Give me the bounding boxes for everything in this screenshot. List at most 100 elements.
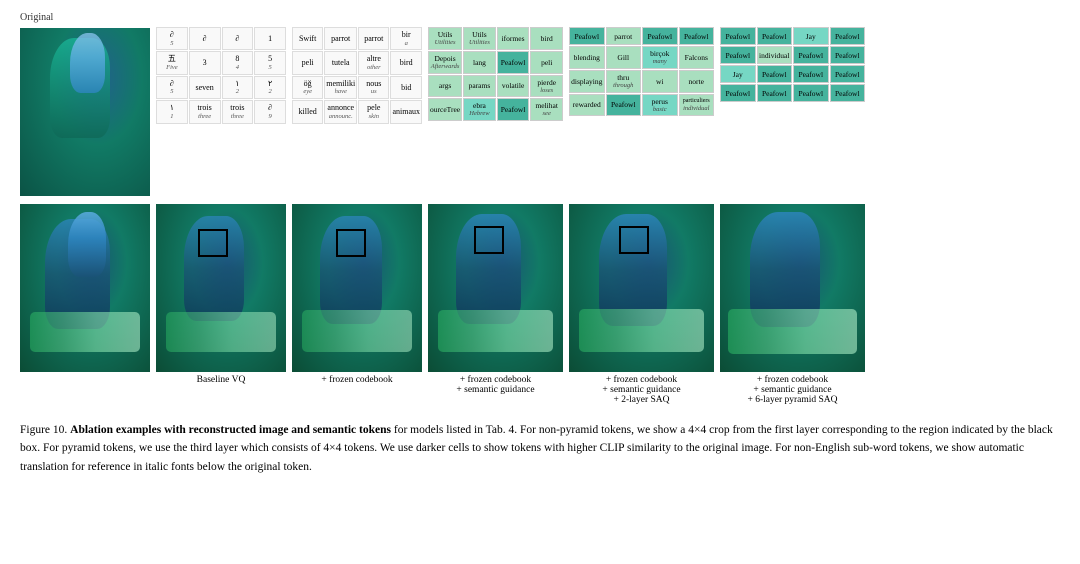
token-cell: parrot <box>606 27 642 45</box>
saq-caption: + frozen codebook + semantic guidance + … <box>602 375 680 405</box>
token-cell: displaying <box>569 70 605 93</box>
token-cell: 84 <box>222 51 254 74</box>
pyramid-caption: + frozen codebook + semantic guidance + … <box>747 375 837 405</box>
token-cell: nousus <box>358 76 389 99</box>
baseline-vq-grid: ∂5 ∂ ∂ 1 五Five 3 84 55 ∂5 seven ١2 ٢2 ١1… <box>156 27 286 124</box>
token-cell: ourceTree <box>428 98 462 121</box>
token-cell: ١2 <box>222 76 254 99</box>
bvq-caption: Baseline VQ <box>197 375 246 385</box>
token-cell: Peafowl <box>569 27 605 45</box>
baseline-vq-bottom: Baseline VQ <box>156 204 286 385</box>
frozen-codebook-grid: Swift parrot parrot bira peli tutela alt… <box>292 27 422 124</box>
token-cell: Peafowl <box>830 46 866 64</box>
token-cell: ١1 <box>156 100 188 123</box>
original-image-bottom <box>20 204 150 372</box>
original-label: Original <box>20 12 150 23</box>
token-cell: Peafowl <box>757 65 793 83</box>
token-cell: Peafowl <box>642 27 678 45</box>
frozen-cb-bottom: + frozen codebook <box>292 204 422 385</box>
token-cell: 1 <box>254 27 286 50</box>
token-cell: melihatsee <box>530 98 563 121</box>
token-cell: Peafowl <box>830 65 866 83</box>
token-cell: troisthree <box>222 100 254 123</box>
token-cell: Peafowl <box>720 84 756 102</box>
token-cell: annonceannounc. <box>324 100 357 123</box>
token-cell: 55 <box>254 51 286 74</box>
token-cell: öğeye <box>292 76 323 99</box>
token-cell: perusbasic <box>642 94 678 117</box>
token-cell: norte <box>679 70 715 93</box>
token-cell: Peafowl <box>830 27 866 45</box>
token-cell: memilikihave <box>324 76 357 99</box>
pyramid-saq-panel: Peafowl Peafowl Jay Peafowl Peafowl indi… <box>720 12 865 102</box>
token-cell: bird <box>530 27 563 50</box>
token-cell: UtilsUtilities <box>428 27 462 50</box>
token-cell: animaux <box>390 100 422 123</box>
token-cell: lang <box>463 51 496 74</box>
token-cell: Peafowl <box>793 46 829 64</box>
bvq-image <box>156 204 286 372</box>
token-cell: peleskin <box>358 100 389 123</box>
token-cell: DepoisAfterwards <box>428 51 462 74</box>
pyramid-bottom: + frozen codebook + semantic guidance + … <box>720 204 865 405</box>
token-cell: blending <box>569 46 605 69</box>
token-cell: iformes <box>497 27 530 50</box>
saq-image <box>569 204 714 372</box>
token-cell: ∂5 <box>156 76 188 99</box>
token-cell: birçokmany <box>642 46 678 69</box>
frozen-semantic-panel: UtilsUtilities UtilsUtilities iformes bi… <box>428 12 563 121</box>
token-cell: Peafowl <box>757 27 793 45</box>
fsg-caption: + frozen codebook + semantic guidance <box>456 375 534 395</box>
token-cell: params <box>463 75 496 98</box>
token-cell: Gill <box>606 46 642 69</box>
original-panel: Original <box>20 12 150 196</box>
pyramid-saq-grid: Peafowl Peafowl Jay Peafowl Peafowl indi… <box>720 27 865 102</box>
frozen-codebook-panel: Swift parrot parrot bira peli tutela alt… <box>292 12 422 124</box>
saq-bottom: + frozen codebook + semantic guidance + … <box>569 204 714 405</box>
token-cell: Jay <box>720 65 756 83</box>
token-cell: peli <box>530 51 563 74</box>
token-cell: thruthrough <box>606 70 642 93</box>
fcb-caption: + frozen codebook <box>321 375 392 385</box>
token-cell: UtilsUtilities <box>463 27 496 50</box>
token-cell: Peafowl <box>720 27 756 45</box>
token-cell: Peafowl <box>497 51 530 74</box>
caption-bold: Ablation examples with reconstructed ima… <box>70 424 391 436</box>
token-cell: killed <box>292 100 323 123</box>
fcb-image <box>292 204 422 372</box>
token-cell: altreother <box>358 51 389 74</box>
token-cell: Peafowl <box>720 46 756 64</box>
token-cell: parrot <box>324 27 357 50</box>
token-cell: Peafowl <box>793 84 829 102</box>
main-container: Original ∂5 ∂ ∂ 1 五Five 3 84 55 ∂5 sev <box>20 12 1060 476</box>
token-cell: parrot <box>358 27 389 50</box>
token-cell: 3 <box>189 51 221 74</box>
token-cell: bird <box>390 51 422 74</box>
token-cell: peli <box>292 51 323 74</box>
token-cell: individual <box>757 46 793 64</box>
token-cell: particuliersindividual <box>679 94 715 117</box>
token-cell: volatile <box>497 75 530 98</box>
token-cell: tutela <box>324 51 357 74</box>
token-cell: ∂ <box>222 27 254 50</box>
figure-caption: Figure 10. Ablation examples with recons… <box>20 421 1060 476</box>
original-image-top <box>20 28 150 196</box>
token-cell: bid <box>390 76 422 99</box>
token-cell: seven <box>189 76 221 99</box>
token-cell: troisthree <box>189 100 221 123</box>
token-cell: ebraHebrew <box>463 98 496 121</box>
token-cell: Peafowl <box>830 84 866 102</box>
token-cell: Swift <box>292 27 323 50</box>
token-cell: 五Five <box>156 51 188 74</box>
frozen-saq-grid: Peafowl parrot Peafowl Peafowl blending … <box>569 27 714 116</box>
token-cell: Peafowl <box>497 98 530 121</box>
original-bottom-panel <box>20 204 150 372</box>
token-cell: Peafowl <box>606 94 642 117</box>
fsg-image <box>428 204 563 372</box>
token-cell: args <box>428 75 462 98</box>
token-cell: ∂5 <box>156 27 188 50</box>
frozen-sg-bottom: + frozen codebook + semantic guidance <box>428 204 563 395</box>
baseline-vq-panel: ∂5 ∂ ∂ 1 五Five 3 84 55 ∂5 seven ١2 ٢2 ١1… <box>156 12 286 124</box>
token-cell: Falcons <box>679 46 715 69</box>
token-cell: ∂9 <box>254 100 286 123</box>
